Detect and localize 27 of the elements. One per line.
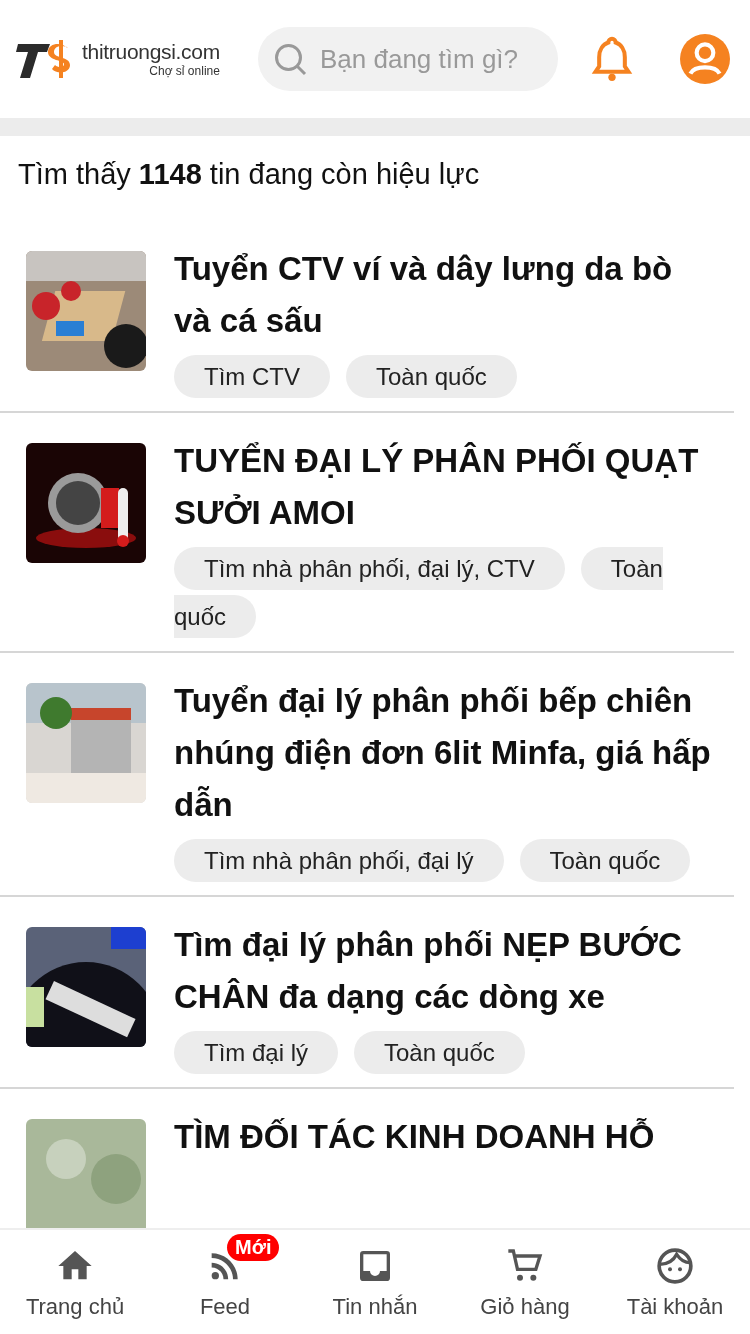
logo-name: thitruongsi.com: [82, 40, 220, 64]
search-icon: [272, 41, 308, 77]
new-badge: Mới: [227, 1234, 280, 1261]
nav-tab[interactable]: Tài khoản: [600, 1230, 750, 1334]
tag: Tìm đại lý: [174, 1031, 338, 1074]
face-icon: [655, 1246, 695, 1286]
logo-tagline: Chợ sỉ online: [149, 64, 220, 78]
listing-title[interactable]: Tìm đại lý phân phối NẸP BƯỚC CHÂN đa dạng các dòng xe: [174, 919, 718, 1023]
tag: Tìm CTV: [174, 355, 330, 398]
tag: Tìm nhà phân phối, đại lý: [174, 839, 504, 882]
listing-title[interactable]: TÌM ĐỐI TÁC KINH DOANH HỖ: [174, 1111, 718, 1163]
tag: Tìm nhà phân phối, đại lý, CTV: [174, 547, 565, 590]
search-field[interactable]: Bạn đang tìm gì?: [258, 27, 558, 91]
nav-tab[interactable]: Trang chủ: [0, 1230, 150, 1334]
account-icon[interactable]: [680, 34, 730, 84]
nav-tab[interactable]: Mới Feed: [150, 1230, 300, 1334]
search-input[interactable]: Bạn đang tìm gì?: [318, 42, 538, 76]
listing-title[interactable]: Tuyển CTV ví và dây lưng da bò và cá sấu: [174, 243, 718, 347]
nav-tab[interactable]: Tin nhắn: [300, 1230, 450, 1334]
tag: Toàn quốc: [354, 1031, 525, 1074]
tag: Toàn quốc: [346, 355, 517, 398]
tag: Toàn quốc: [519, 839, 691, 882]
result-count: Tìm thấy 1148 tin đang còn hiệu lực: [17, 157, 481, 192]
nav-tab[interactable]: Giỏ hàng: [450, 1230, 600, 1334]
listing-title[interactable]: Tuyển đại lý phân phối bếp chiên nhúng điện đơn 6lit Minfa, giá hấp dẫn: [174, 675, 718, 831]
bell-icon[interactable]: [590, 34, 634, 84]
listing-title[interactable]: TUYỂN ĐẠI LÝ PHÂN PHỐI QUẠT SƯỞI AMOI: [174, 435, 718, 539]
